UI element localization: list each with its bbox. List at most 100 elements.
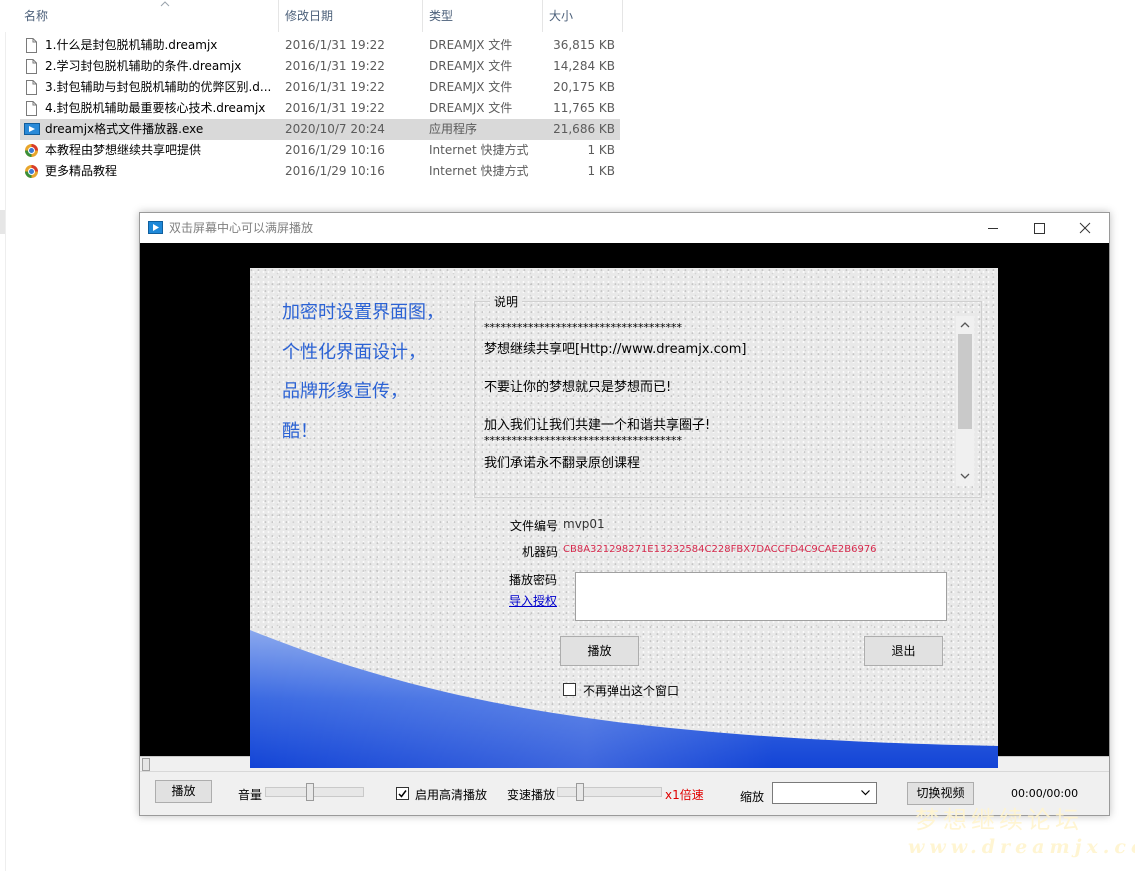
notes-scrollbar[interactable] [956,316,974,486]
control-play-button[interactable]: 播放 [155,780,212,803]
scroll-down-icon[interactable] [960,473,970,480]
hd-checkbox[interactable] [396,787,409,800]
promo-line-4: 酷！ [282,421,318,442]
column-header-date-label: 修改日期 [285,9,334,23]
document-icon [24,80,38,95]
column-header-size-label: 大小 [549,9,574,23]
file-date: 2016/1/31 19:22 [285,80,385,94]
notes-title: 说明 [490,293,523,310]
file-size: 36,815 KB [553,38,615,52]
notes-line: 梦想继续共享吧[Http://www.dreamjx.com] [484,342,747,357]
navigation-pane-edge[interactable] [0,210,5,234]
player-app-icon [148,221,163,234]
file-row[interactable]: dreamjx格式文件播放器.exe 2020/10/7 20:24 应用程序 … [20,119,620,140]
column-header-date[interactable]: 修改日期 [279,0,423,32]
column-header-name-label: 名称 [24,9,49,23]
dialog-exit-button[interactable]: 退出 [864,636,943,666]
watermark-url: www.dreamjx.com [908,836,1135,858]
file-type: DREAMJX 文件 [429,80,513,94]
speed-value: x1倍速 [665,788,704,802]
notes-line: ************************************ [484,434,682,447]
file-row[interactable]: 更多精品教程 2016/1/29 10:16 Internet 快捷方式 1 K… [20,161,620,182]
column-header-size[interactable]: 大小 [543,0,623,32]
file-type: Internet 快捷方式 [429,164,529,178]
title-bar[interactable]: 双击屏幕中心可以满屏播放 [140,213,1109,243]
column-headers: 名称 修改日期 类型 大小 [0,0,625,32]
player-app-icon [24,122,40,137]
minimize-button[interactable] [970,213,1016,243]
notes-line: 不要让你的梦想就只是梦想而已! [484,380,672,395]
column-header-name[interactable]: 名称 [18,0,279,32]
document-icon [24,38,38,53]
notes-line: ************************************ [484,321,682,334]
sort-ascending-icon [160,1,170,7]
promo-line-1: 加密时设置界面图， [282,302,444,323]
column-header-type[interactable]: 类型 [423,0,543,32]
import-license-link[interactable]: 导入授权 [509,592,557,609]
maximize-button[interactable] [1016,213,1062,243]
seek-thumb[interactable] [142,758,150,771]
file-name: 本教程由梦想继续共享吧提供 [45,143,202,157]
file-name: 4.封包脱机辅助最重要核心技术.dreamjx [45,101,266,115]
window-title: 双击屏幕中心可以满屏播放 [169,221,314,235]
play-password-label: 播放密码 [509,573,558,587]
zoom-select[interactable] [772,782,877,804]
minimize-icon [988,228,998,229]
password-input[interactable] [575,572,947,621]
file-name: 3.封包辅助与封包脱机辅助的优弊区别.d... [45,80,272,94]
speed-slider-thumb[interactable] [576,783,585,801]
no-popup-label: 不再弹出这个窗口 [583,684,680,698]
file-name: 1.什么是封包脱机辅助.dreamjx [45,38,218,52]
file-size: 11,765 KB [553,101,615,115]
file-row[interactable]: 2.学习封包脱机辅助的条件.dreamjx 2016/1/31 19:22 DR… [20,56,620,77]
speed-label: 变速播放 [507,788,556,802]
file-type: DREAMJX 文件 [429,101,513,115]
close-icon [1079,222,1091,234]
volume-label: 音量 [238,788,263,802]
watermark-chinese: 梦想继续论坛 [915,806,1083,834]
file-size: 1 KB [587,143,615,157]
no-popup-checkbox[interactable] [563,683,576,696]
file-number-label: 文件编号 [510,519,559,533]
document-icon [24,101,38,116]
file-date: 2016/1/29 10:16 [285,164,385,178]
promo-line-2: 个性化界面设计， [282,342,426,363]
dialog-play-button[interactable]: 播放 [560,636,639,666]
file-type: Internet 快捷方式 [429,143,529,157]
hd-checkbox-label: 启用高清播放 [415,788,488,802]
notes-line: 加入我们让我们共建一个和谐共享圈子! [484,418,711,433]
file-size: 1 KB [587,164,615,178]
file-type: 应用程序 [429,122,478,136]
maximize-icon [1034,223,1045,234]
file-row[interactable]: 本教程由梦想继续共享吧提供 2016/1/29 10:16 Internet 快… [20,140,620,161]
file-date: 2016/1/31 19:22 [285,38,385,52]
internet-shortcut-icon [24,143,38,158]
notes-text[interactable]: ************************************ 梦想继… [482,318,957,486]
file-row[interactable]: 1.什么是封包脱机辅助.dreamjx 2016/1/31 19:22 DREA… [20,35,620,56]
file-name: 2.学习封包脱机辅助的条件.dreamjx [45,59,242,73]
document-icon [24,59,38,74]
column-header-type-label: 类型 [429,9,454,23]
checkmark-icon [398,790,407,798]
file-row[interactable]: 4.封包脱机辅助最重要核心技术.dreamjx 2016/1/31 19:22 … [20,98,620,119]
speed-track[interactable] [557,787,662,797]
file-date: 2016/1/31 19:22 [285,59,385,73]
internet-shortcut-icon [24,164,38,179]
file-size: 21,686 KB [553,122,615,136]
license-dialog: 加密时设置界面图， 个性化界面设计， 品牌形象宣传， 酷！ 说明 *******… [250,268,998,768]
close-button[interactable] [1062,213,1108,243]
file-name: 更多精品教程 [45,164,118,178]
machine-code-value: CB8A321298271E13232584C228FBX7DACCFD4C9C… [563,544,877,555]
notes-scroll-thumb[interactable] [958,334,972,429]
file-type: DREAMJX 文件 [429,38,513,52]
chevron-down-icon [861,790,870,796]
file-date: 2016/1/31 19:22 [285,101,385,115]
volume-slider-thumb[interactable] [305,783,314,801]
notes-line: 我们承诺永不翻录原创课程 [484,456,641,471]
file-explorer: 名称 修改日期 类型 大小 1.什么是封包脱机辅助.dreamjx 2016/1… [0,0,1135,210]
scroll-up-icon[interactable] [960,321,970,328]
file-row[interactable]: 3.封包辅助与封包脱机辅助的优弊区别.d... 2016/1/31 19:22 … [20,77,620,98]
file-number-value: mvp01 [563,517,605,531]
zoom-label: 缩放 [740,790,765,804]
volume-track[interactable] [265,787,364,797]
